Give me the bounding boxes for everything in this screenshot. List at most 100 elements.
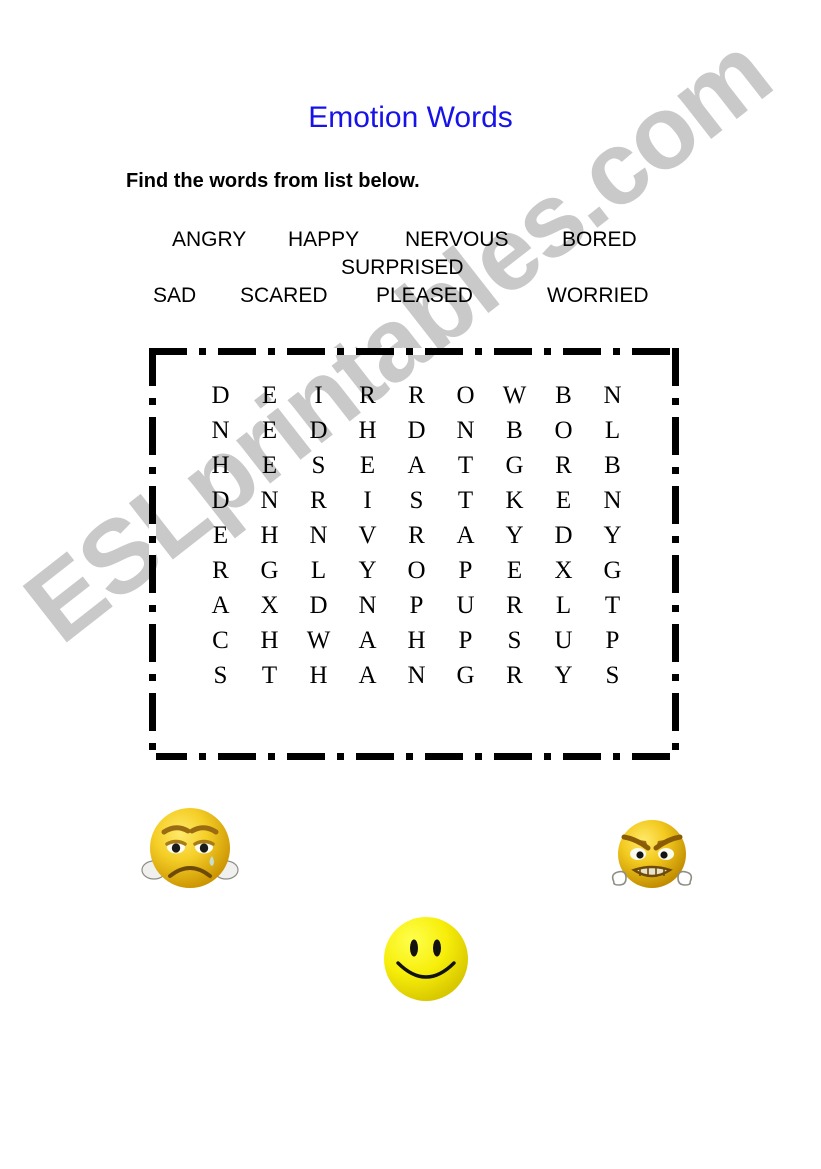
grid-cell[interactable]: G [588, 553, 637, 588]
grid-cell[interactable]: N [294, 518, 343, 553]
grid-cell[interactable]: K [490, 483, 539, 518]
grid-cell[interactable]: Y [588, 518, 637, 553]
grid-cell[interactable]: H [245, 623, 294, 658]
grid-cell[interactable]: D [196, 378, 245, 413]
grid-cell[interactable]: S [588, 658, 637, 693]
grid-cell[interactable]: E [196, 518, 245, 553]
grid-cell[interactable]: B [588, 448, 637, 483]
worksheet-page: ESLprintables.com Emotion Words Find the… [0, 0, 821, 1169]
grid-cell[interactable]: S [392, 483, 441, 518]
grid-cell[interactable]: E [539, 483, 588, 518]
grid-cell[interactable]: E [245, 448, 294, 483]
grid-cell[interactable]: V [343, 518, 392, 553]
grid-cell[interactable]: W [490, 378, 539, 413]
grid-cell[interactable]: N [343, 588, 392, 623]
grid-cell[interactable]: U [441, 588, 490, 623]
grid-cell[interactable]: T [588, 588, 637, 623]
sad-crying-emoticon [138, 800, 242, 900]
word-list-item[interactable]: PLEASED [376, 284, 473, 308]
grid-cell[interactable]: P [441, 623, 490, 658]
grid-cell[interactable]: O [441, 378, 490, 413]
grid-cell[interactable]: I [294, 378, 343, 413]
grid-cell[interactable]: R [490, 588, 539, 623]
grid-cell[interactable]: H [245, 518, 294, 553]
grid-cell[interactable]: E [245, 378, 294, 413]
grid-cell[interactable]: E [245, 413, 294, 448]
word-list-item[interactable]: SCARED [240, 284, 328, 308]
grid-row: RGLYOPEXG [196, 553, 636, 588]
grid-cell[interactable]: N [588, 483, 637, 518]
grid-cell[interactable]: A [343, 623, 392, 658]
grid-cell[interactable]: E [490, 553, 539, 588]
grid-cell[interactable]: N [441, 413, 490, 448]
grid-cell[interactable]: E [343, 448, 392, 483]
grid-cell[interactable]: L [294, 553, 343, 588]
grid-cell[interactable]: A [441, 518, 490, 553]
grid-row: DEIRROWBN [196, 378, 636, 413]
grid-cell[interactable]: B [490, 413, 539, 448]
grid-cell[interactable]: N [196, 413, 245, 448]
grid-cell[interactable]: X [245, 588, 294, 623]
grid-cell[interactable]: R [343, 378, 392, 413]
grid-cell[interactable]: N [245, 483, 294, 518]
grid-cell[interactable]: O [392, 553, 441, 588]
grid-cell[interactable]: R [294, 483, 343, 518]
grid-cell[interactable]: T [441, 483, 490, 518]
grid-cell[interactable]: S [196, 658, 245, 693]
grid-cell[interactable]: D [392, 413, 441, 448]
grid-cell[interactable]: L [588, 413, 637, 448]
grid-cell[interactable]: T [245, 658, 294, 693]
grid-cell[interactable]: D [294, 413, 343, 448]
grid-cell[interactable]: X [539, 553, 588, 588]
word-list-item[interactable]: ANGRY [172, 228, 246, 252]
grid-cell[interactable]: H [196, 448, 245, 483]
grid-cell[interactable]: R [539, 448, 588, 483]
grid-cell[interactable]: I [343, 483, 392, 518]
grid-cell[interactable]: R [196, 553, 245, 588]
grid-cell[interactable]: G [245, 553, 294, 588]
grid-cell[interactable]: R [392, 378, 441, 413]
grid-cell[interactable]: Y [490, 518, 539, 553]
grid-cell[interactable]: A [392, 448, 441, 483]
angry-emoticon [606, 812, 698, 902]
grid-cell[interactable]: Y [539, 658, 588, 693]
grid-cell[interactable]: H [294, 658, 343, 693]
grid-cell[interactable]: R [392, 518, 441, 553]
grid-cell[interactable]: W [294, 623, 343, 658]
word-list-item[interactable]: WORRIED [547, 284, 649, 308]
grid-cell[interactable]: P [441, 553, 490, 588]
grid-cell[interactable]: H [343, 413, 392, 448]
grid-cell[interactable]: R [490, 658, 539, 693]
grid-cell[interactable]: P [392, 588, 441, 623]
grid-cell[interactable]: L [539, 588, 588, 623]
word-list-item[interactable]: SAD [153, 284, 196, 308]
word-list-item[interactable]: BORED [562, 228, 637, 252]
grid-row: DNRISTKEN [196, 483, 636, 518]
word-list-item[interactable]: SURPRISED [341, 256, 464, 280]
grid-cell[interactable]: S [294, 448, 343, 483]
grid-cell[interactable]: O [539, 413, 588, 448]
word-list-item[interactable]: NERVOUS [405, 228, 508, 252]
puzzle-border-left [149, 348, 156, 760]
grid-cell[interactable]: N [392, 658, 441, 693]
grid-cell[interactable]: G [490, 448, 539, 483]
grid-cell[interactable]: Y [343, 553, 392, 588]
grid-cell[interactable]: U [539, 623, 588, 658]
grid-cell[interactable]: N [588, 378, 637, 413]
grid-cell[interactable]: C [196, 623, 245, 658]
grid-cell[interactable]: D [294, 588, 343, 623]
grid-cell[interactable]: S [490, 623, 539, 658]
grid-cell[interactable]: B [539, 378, 588, 413]
grid-cell[interactable]: H [392, 623, 441, 658]
grid-cell[interactable]: P [588, 623, 637, 658]
grid-cell[interactable]: D [196, 483, 245, 518]
word-search-grid[interactable]: DEIRROWBNNEDHDNBOLHESEATGRBDNRISTKENEHNV… [196, 378, 636, 693]
grid-cell[interactable]: G [441, 658, 490, 693]
word-list-row: SAD SCARED PLEASED WORRIED [0, 284, 821, 312]
grid-cell[interactable]: A [196, 588, 245, 623]
word-list-item[interactable]: HAPPY [288, 228, 359, 252]
grid-cell[interactable]: A [343, 658, 392, 693]
puzzle-border-right [672, 348, 679, 760]
grid-cell[interactable]: T [441, 448, 490, 483]
grid-cell[interactable]: D [539, 518, 588, 553]
